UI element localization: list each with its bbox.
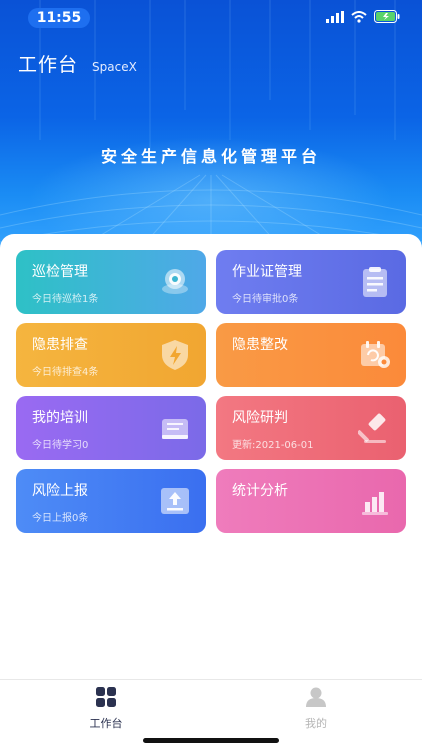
- user-icon: [306, 687, 326, 707]
- card-inspection[interactable]: 巡检管理 今日待巡检1条: [16, 250, 206, 314]
- card-work-permit[interactable]: 作业证管理 今日待审批0条: [216, 250, 406, 314]
- feature-grid: 巡检管理 今日待巡检1条 作业证管理 今日待审批0条 隐患排查 今日待排查4条: [16, 250, 406, 533]
- platform-slogan: 安全生产信息化管理平台: [100, 147, 321, 166]
- camera-icon: [162, 269, 188, 294]
- upload-icon: [161, 488, 189, 514]
- clipboard-icon: [363, 267, 387, 297]
- card-hazard-fix[interactable]: 隐患整改: [216, 323, 406, 387]
- wifi-icon: [351, 10, 367, 23]
- tab-label: 工作台: [89, 717, 123, 730]
- tab-label: 我的: [305, 717, 327, 730]
- bar-chart-icon: [362, 492, 388, 515]
- page-title: 工作台: [18, 54, 79, 76]
- organization-name: SpaceX: [92, 60, 137, 74]
- status-bar: 11:55: [0, 0, 422, 36]
- status-icons: [326, 10, 400, 23]
- book-icon: [162, 419, 188, 439]
- tab-workbench[interactable]: 工作台: [66, 686, 146, 731]
- hero-banner: [0, 0, 422, 260]
- shield-lightning-icon: [162, 340, 188, 370]
- status-time: 11:55: [28, 8, 90, 28]
- battery-icon: [374, 10, 400, 23]
- hero-background-pattern: [0, 0, 422, 260]
- tab-mine[interactable]: 我的: [276, 686, 356, 731]
- card-hazard-check[interactable]: 隐患排查 今日待排查4条: [16, 323, 206, 387]
- signal-icon: [326, 10, 344, 23]
- page-header: 工作台 SpaceX: [18, 50, 137, 77]
- card-risk-assessment[interactable]: 风险研判 更新:2021-06-01: [216, 396, 406, 460]
- grid-icon: [96, 687, 116, 707]
- main-content: 巡检管理 今日待巡检1条 作业证管理 今日待审批0条 隐患排查 今日待排查4条: [0, 234, 422, 680]
- gavel-icon: [358, 413, 386, 443]
- calendar-refresh-icon: [361, 341, 390, 368]
- card-statistics[interactable]: 统计分析: [216, 469, 406, 533]
- card-training[interactable]: 我的培训 今日待学习0: [16, 396, 206, 460]
- home-indicator: [143, 738, 279, 743]
- card-risk-report[interactable]: 风险上报 今日上报0条: [16, 469, 206, 533]
